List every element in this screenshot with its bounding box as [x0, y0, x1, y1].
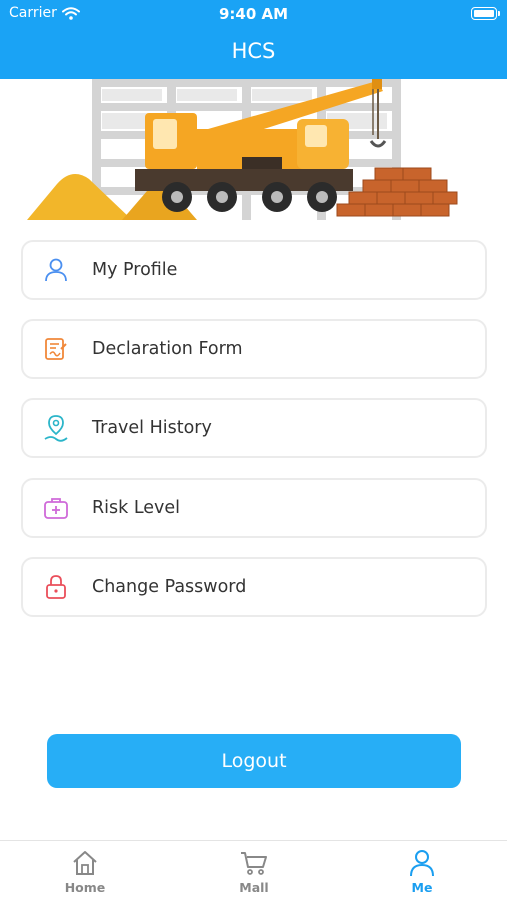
menu-item-label: Travel History	[92, 418, 212, 438]
menu-item-declaration-form[interactable]: Declaration Form	[21, 319, 487, 379]
logout-button[interactable]: Logout	[47, 734, 461, 788]
form-icon	[42, 335, 70, 363]
menu-item-change-password[interactable]: Change Password	[21, 557, 487, 617]
construction-banner-image	[27, 79, 458, 220]
menu-item-label: Declaration Form	[92, 339, 243, 359]
page-title: HCS	[231, 39, 276, 63]
user-icon	[408, 849, 436, 877]
lock-icon	[42, 573, 70, 601]
battery-icon	[471, 7, 500, 20]
tab-me[interactable]: Me	[362, 841, 482, 900]
tab-mall[interactable]: Mall	[194, 841, 314, 900]
tab-label: Me	[411, 880, 433, 895]
menu-item-label: Risk Level	[92, 498, 181, 518]
medical-kit-icon	[42, 494, 70, 522]
menu-item-travel-history[interactable]: Travel History	[21, 398, 487, 458]
location-pin-icon	[42, 414, 70, 442]
status-bar: Carrier 9:40 AM	[0, 0, 507, 30]
menu-item-risk-level[interactable]: Risk Level	[21, 478, 487, 538]
status-time: 9:40 AM	[218, 5, 289, 23]
tab-label: Home	[64, 880, 106, 895]
home-icon	[71, 849, 99, 877]
tab-bar: Home Mall Me	[0, 840, 507, 900]
user-icon	[42, 256, 70, 284]
menu-item-label: My Profile	[92, 260, 178, 280]
menu-item-my-profile[interactable]: My Profile	[21, 240, 487, 300]
navigation-bar: Carrier 9:40 AM HCS	[0, 0, 507, 79]
tab-home[interactable]: Home	[25, 841, 145, 900]
cart-icon	[239, 849, 269, 877]
tab-label: Mall	[239, 880, 269, 895]
menu-item-label: Change Password	[92, 577, 247, 597]
